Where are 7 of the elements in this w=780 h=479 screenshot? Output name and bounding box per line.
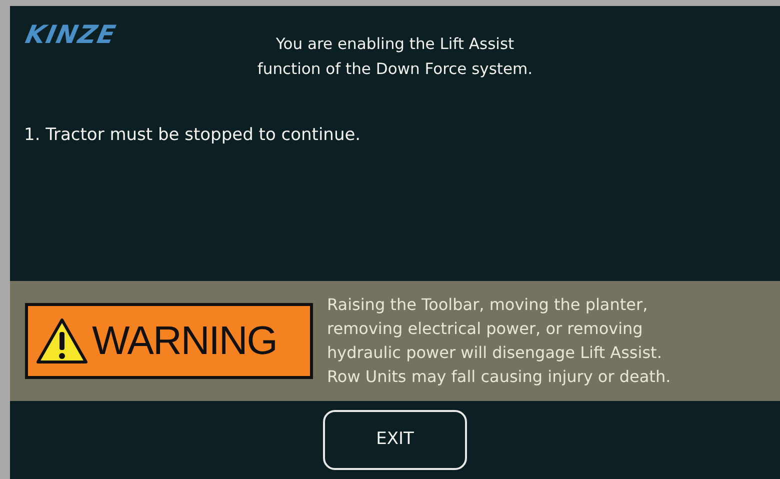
exit-button[interactable]: EXIT — [323, 410, 467, 470]
dialog-title: You are enabling the Lift Assist function of the Down Force system. — [257, 34, 533, 80]
logo: KINZE — [23, 22, 118, 47]
instruction-text: 1. Tractor must be stopped to continue. — [24, 124, 362, 147]
warning-label: WARNING — [92, 318, 277, 365]
warning-icon — [36, 318, 88, 364]
warning-message: Raising the Toolbar, moving the planter, removing electrical power, or removing hydraulic power will disengage Lift Assist. Row Units may fall causing injury or death. — [327, 294, 671, 388]
